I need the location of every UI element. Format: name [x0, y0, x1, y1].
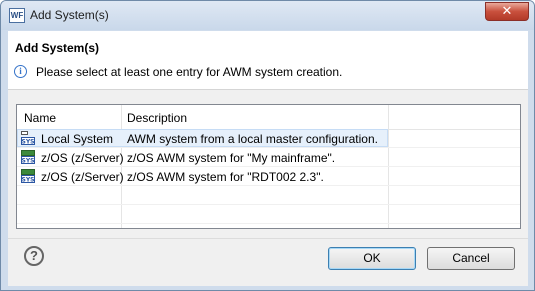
- row-name: z/OS (z/Server): [41, 170, 124, 184]
- row-description: z/OS AWM system for "RDT002 2.3".: [127, 170, 324, 184]
- zos-system-icon: SYS: [21, 150, 35, 164]
- systems-table[interactable]: Name Description SYS Local System AWM sy…: [16, 104, 521, 229]
- info-message: Please select at least one entry for AWM…: [36, 65, 343, 79]
- svg-text:SYS: SYS: [22, 177, 35, 184]
- column-header-name[interactable]: Name: [24, 111, 56, 125]
- info-icon: i: [14, 65, 27, 78]
- footer-divider: [8, 238, 528, 239]
- row-name: Local System: [41, 132, 114, 146]
- window-title: Add System(s): [30, 8, 109, 22]
- column-header-description[interactable]: Description: [127, 111, 187, 125]
- dialog-window: WF Add System(s) ✕ Add System(s) i Pleas…: [0, 0, 535, 291]
- ok-button[interactable]: OK: [328, 247, 416, 270]
- row-description: z/OS AWM system for "My mainframe".: [127, 151, 336, 165]
- table-header: Name Description: [17, 105, 520, 130]
- system-icon: SYS: [21, 131, 35, 145]
- close-button[interactable]: ✕: [485, 2, 529, 21]
- table-row[interactable]: SYS z/OS (z/Server) z/OS AWM system for …: [17, 148, 520, 167]
- title-bar[interactable]: WF Add System(s) ✕: [1, 1, 534, 30]
- help-icon[interactable]: ?: [24, 246, 44, 266]
- table-row-empty: [17, 186, 520, 205]
- table-row[interactable]: SYS Local System AWM system from a local…: [17, 129, 520, 148]
- row-description: AWM system from a local master configura…: [127, 132, 378, 146]
- svg-text:SYS: SYS: [22, 139, 35, 146]
- zos-system-icon: SYS: [21, 169, 35, 183]
- app-icon: WF: [9, 8, 25, 23]
- table-row-empty: [17, 205, 520, 224]
- svg-text:SYS: SYS: [22, 158, 35, 165]
- page-title: Add System(s): [15, 41, 100, 55]
- dialog-client-area: Add System(s) i Please select at least o…: [8, 31, 528, 286]
- table-row[interactable]: SYS z/OS (z/Server) z/OS AWM system for …: [17, 167, 520, 186]
- dialog-header: Add System(s) i Please select at least o…: [8, 31, 528, 90]
- cancel-button[interactable]: Cancel: [427, 247, 515, 270]
- row-name: z/OS (z/Server): [41, 151, 124, 165]
